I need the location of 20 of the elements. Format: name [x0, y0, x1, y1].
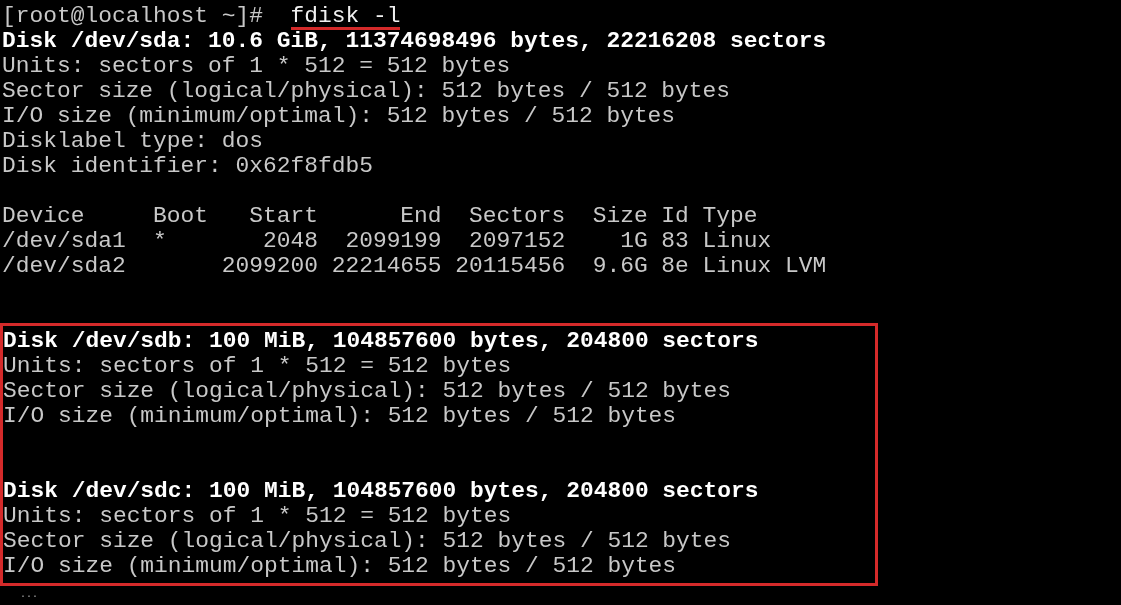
disk-header-line: Disk /dev/sda: 10.6 GiB, 11374698496 bytes, 22216208 sectors	[2, 28, 827, 54]
output-line: I/O size (minimum/optimal): 512 bytes / 512 bytes	[3, 553, 677, 579]
cursor-dots: ...	[20, 590, 38, 600]
output-line: Sector size (logical/physical): 512 bytes / 512 bytes	[3, 528, 732, 554]
output-line: Sector size (logical/physical): 512 bytes / 512 bytes	[3, 378, 732, 404]
output-line: Units: sectors of 1 * 512 = 512 bytes	[2, 53, 511, 79]
prompt-text: [root@localhost ~]#	[2, 3, 263, 29]
output-line: Units: sectors of 1 * 512 = 512 bytes	[3, 503, 512, 529]
output-line: Disklabel type: dos	[2, 128, 263, 154]
disk-header-line: Disk /dev/sdc: 100 MiB, 104857600 bytes, 204800 sectors	[3, 478, 759, 504]
output-line: I/O size (minimum/optimal): 512 bytes / 512 bytes	[2, 103, 676, 129]
command-text: fdisk -l	[290, 6, 401, 30]
output-line: Disk identifier: 0x62f8fdb5	[2, 153, 373, 179]
output-line: Units: sectors of 1 * 512 = 512 bytes	[3, 353, 512, 379]
output-line: /dev/sda1 * 2048 2099199 2097152 1G 83 Linux	[2, 228, 772, 254]
disk-header-line: Disk /dev/sdb: 100 MiB, 104857600 bytes, 204800 sectors	[3, 328, 759, 354]
output-line: Device Boot Start End Sectors Size Id Type	[2, 203, 758, 229]
output-line: /dev/sda2 2099200 22214655 20115456 9.6G 8e Linux LVM	[2, 253, 827, 279]
output-line: Sector size (logical/physical): 512 bytes / 512 bytes	[2, 78, 731, 104]
output-line: I/O size (minimum/optimal): 512 bytes / 512 bytes	[3, 403, 677, 429]
